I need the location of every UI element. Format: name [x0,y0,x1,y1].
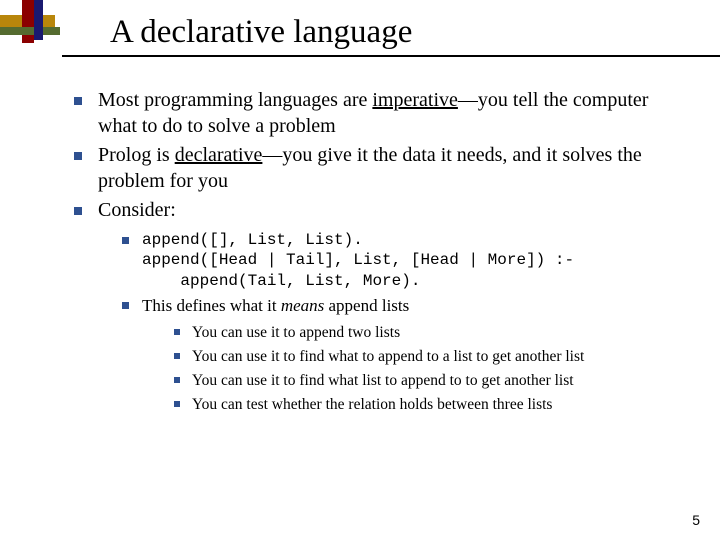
italic-term: means [281,296,324,315]
sub-bullet-item: This defines what it means append lists … [118,295,690,414]
sub-sub-bullet-list: You can use it to append two lists You c… [170,323,690,414]
text: Prolog is [98,144,175,166]
slide-title: A declarative language [110,14,690,55]
slide-content: Most programming languages are imperativ… [70,88,690,418]
list-item: You can use it to find what to append to… [170,347,690,367]
bullet-list: Most programming languages are imperativ… [70,88,690,414]
text: append lists [324,296,409,315]
sub-bullet-item: append([], List, List). append([Head | T… [118,230,690,291]
underlined-term: declarative [175,144,263,166]
bullet-item: Consider: append([], List, List). append… [70,198,690,414]
text: This defines what it [142,296,281,315]
text: Consider: [98,199,176,221]
text: Most programming languages are [98,89,372,111]
list-item: You can use it to find what list to appe… [170,371,690,391]
bullet-item: Prolog is declarative—you give it the da… [70,143,690,194]
underlined-term: imperative [372,89,458,111]
bullet-item: Most programming languages are imperativ… [70,88,690,139]
sub-bullet-list: append([], List, List). append([Head | T… [118,230,690,414]
code-block: append([], List, List). append([Head | T… [142,230,690,291]
corner-decoration [0,0,60,60]
page-number: 5 [692,512,700,528]
title-underline [62,55,720,57]
list-item: You can use it to append two lists [170,323,690,343]
title-area: A declarative language [110,14,690,55]
list-item: You can test whether the relation holds … [170,395,690,415]
